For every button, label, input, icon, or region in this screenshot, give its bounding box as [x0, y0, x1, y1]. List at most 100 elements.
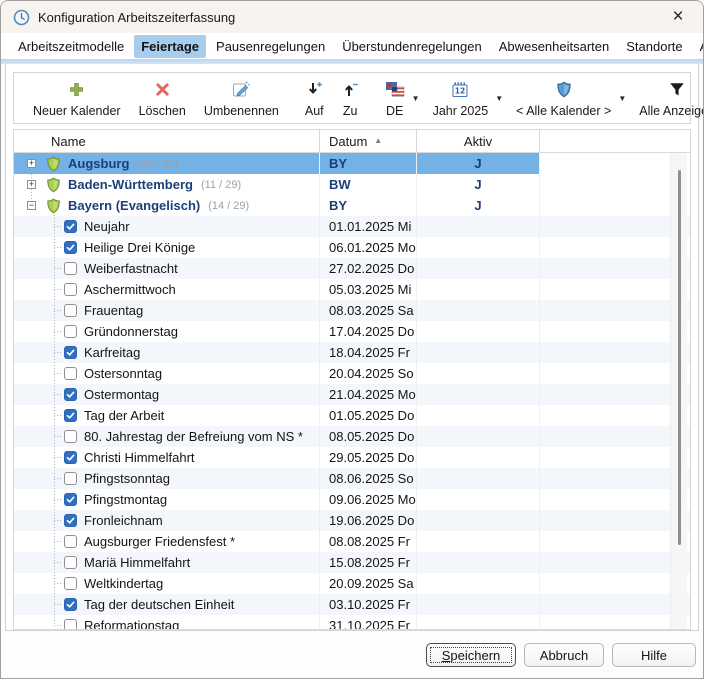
datum-cell: BY [320, 195, 417, 216]
column-header-aktiv[interactable]: Aktiv [417, 130, 540, 152]
holiday-checkbox[interactable] [64, 598, 77, 611]
expander-icon[interactable]: − [27, 201, 36, 210]
holiday-name: Weltkindertag [84, 576, 163, 591]
holiday-checkbox[interactable] [64, 451, 77, 464]
holiday-row[interactable]: Heilige Drei Könige06.01.2025 Mo [14, 237, 690, 258]
holiday-row[interactable]: Gründonnerstag17.04.2025 Do [14, 321, 690, 342]
aktiv-cell [417, 594, 540, 615]
holiday-row[interactable]: Aschermittwoch05.03.2025 Mi [14, 279, 690, 300]
calendar-row[interactable]: + Augsburg(13 / 29)BYJ [14, 153, 690, 174]
holiday-checkbox[interactable] [64, 514, 77, 527]
close-icon[interactable]: × [665, 9, 691, 25]
holiday-name: Gründonnerstag [84, 324, 178, 339]
holiday-row[interactable]: Weiberfastnacht27.02.2025 Do [14, 258, 690, 279]
holiday-row[interactable]: 80. Jahrestag der Befreiung vom NS *08.0… [14, 426, 690, 447]
tab-abwesenheitsarten[interactable]: Abwesenheitsarten [492, 35, 617, 58]
datum-cell: 31.10.2025 Fr [320, 615, 417, 629]
holiday-checkbox[interactable] [64, 325, 77, 338]
holiday-checkbox[interactable] [64, 430, 77, 443]
holiday-row[interactable]: Pfingstmontag09.06.2025 Mo [14, 489, 690, 510]
datum-cell: 05.03.2025 Mi [320, 279, 417, 300]
collapse-all-button[interactable]: Zu [333, 76, 368, 120]
check-icon [66, 516, 75, 525]
holiday-name: Neujahr [84, 219, 130, 234]
calendar-row[interactable]: − Bayern (Evangelisch)(14 / 29)BYJ [14, 195, 690, 216]
holiday-row[interactable]: Ostersonntag20.04.2025 So [14, 363, 690, 384]
vertical-scrollbar[interactable] [670, 153, 687, 628]
check-icon [66, 600, 75, 609]
holiday-row[interactable]: Fronleichnam19.06.2025 Do [14, 510, 690, 531]
holiday-name: Tag der Arbeit [84, 408, 164, 423]
title-bar[interactable]: Konfiguration Arbeitszeiterfassung × [1, 1, 703, 33]
datum-cell: 09.06.2025 Mo [320, 489, 417, 510]
holiday-checkbox[interactable] [64, 493, 77, 506]
tab-bar: ArbeitszeitmodelleFeiertagePausenregelun… [1, 33, 703, 59]
year-button[interactable]: 12 Jahr 2025 [424, 76, 498, 120]
check-icon [66, 222, 75, 231]
tab-standorte[interactable]: Standorte [619, 35, 689, 58]
holiday-checkbox[interactable] [64, 409, 77, 422]
holiday-checkbox[interactable] [64, 283, 77, 296]
holiday-row[interactable]: Mariä Himmelfahrt15.08.2025 Fr [14, 552, 690, 573]
scrollbar-thumb[interactable] [678, 170, 681, 545]
holiday-row[interactable]: Christi Himmelfahrt29.05.2025 Do [14, 447, 690, 468]
expander-icon[interactable]: + [27, 159, 36, 168]
holiday-row[interactable]: Reformationstag31.10.2025 Fr [14, 615, 690, 629]
help-button[interactable]: Hilfe [612, 643, 696, 667]
holiday-checkbox[interactable] [64, 472, 77, 485]
holiday-row[interactable]: Pfingstsonntag08.06.2025 So [14, 468, 690, 489]
holiday-checkbox[interactable] [64, 577, 77, 590]
holiday-checkbox[interactable] [64, 241, 77, 254]
holiday-checkbox[interactable] [64, 304, 77, 317]
holiday-checkbox[interactable] [64, 388, 77, 401]
holiday-row[interactable]: Weltkindertag20.09.2025 Sa [14, 573, 690, 594]
tree-line [54, 209, 55, 624]
calendar-shield-icon [46, 198, 61, 214]
holiday-checkbox[interactable] [64, 556, 77, 569]
datum-cell: 15.08.2025 Fr [320, 552, 417, 573]
tab-überstundenregelungen[interactable]: Überstundenregelungen [335, 35, 489, 58]
calendar-row[interactable]: + Baden-Württemberg(11 / 29)BWJ [14, 174, 690, 195]
holiday-row[interactable]: Frauentag 08.03.2025 Sa [14, 300, 690, 321]
rename-button[interactable]: Umbenennen [195, 76, 288, 120]
calendar-icon: 12 [451, 79, 469, 99]
holiday-row[interactable]: Tag der deutschen Einheit03.10.2025 Fr [14, 594, 690, 615]
holiday-row[interactable]: Tag der Arbeit01.05.2025 Do [14, 405, 690, 426]
aktiv-cell [417, 573, 540, 594]
holiday-checkbox[interactable] [64, 619, 77, 629]
save-button[interactable]: Speichern [426, 643, 516, 667]
column-header-name[interactable]: Name [14, 130, 320, 152]
delete-button[interactable]: Löschen [130, 76, 195, 120]
language-dropdown-icon[interactable]: ▼ [412, 94, 424, 103]
datum-cell: 08.03.2025 Sa [320, 300, 417, 321]
holiday-checkbox[interactable] [64, 262, 77, 275]
calendar-filter-dropdown-icon[interactable]: ▼ [618, 94, 630, 103]
expand-all-button[interactable]: Auf [296, 76, 333, 120]
new-calendar-button[interactable]: Neuer Kalender [24, 76, 130, 120]
tab-pausenregelungen[interactable]: Pausenregelungen [209, 35, 332, 58]
holiday-checkbox[interactable] [64, 535, 77, 548]
holiday-row[interactable]: Augsburger Friedensfest *08.08.2025 Fr [14, 531, 690, 552]
check-icon [66, 495, 75, 504]
tab-abteilungen[interactable]: Abteilungen [693, 35, 704, 58]
holiday-table: Name Datum ▲ Aktiv + Augsburg(13 / 29)BY… [13, 129, 691, 630]
tab-arbeitszeitmodelle[interactable]: Arbeitszeitmodelle [11, 35, 131, 58]
year-dropdown-icon[interactable]: ▼ [495, 94, 507, 103]
display-filter-button[interactable]: Alle Anzeigen [630, 76, 704, 120]
holiday-row[interactable]: Neujahr01.01.2025 Mi [14, 216, 690, 237]
calendar-filter-button[interactable]: < Alle Kalender > [507, 76, 620, 120]
holiday-checkbox[interactable] [64, 346, 77, 359]
column-header-datum[interactable]: Datum ▲ [320, 130, 417, 152]
holiday-row[interactable]: Karfreitag18.04.2025 Fr [14, 342, 690, 363]
holiday-name: Frauentag [84, 303, 143, 318]
datum-cell: 27.02.2025 Do [320, 258, 417, 279]
holiday-checkbox[interactable] [64, 220, 77, 233]
aktiv-cell [417, 426, 540, 447]
holiday-row[interactable]: Ostermontag21.04.2025 Mo [14, 384, 690, 405]
calendar-count: (14 / 29) [208, 200, 249, 212]
expander-icon[interactable]: + [27, 180, 36, 189]
language-button[interactable]: DE [376, 76, 414, 120]
holiday-checkbox[interactable] [64, 367, 77, 380]
cancel-button[interactable]: Abbruch [524, 643, 604, 667]
tab-feiertage[interactable]: Feiertage [134, 35, 206, 58]
